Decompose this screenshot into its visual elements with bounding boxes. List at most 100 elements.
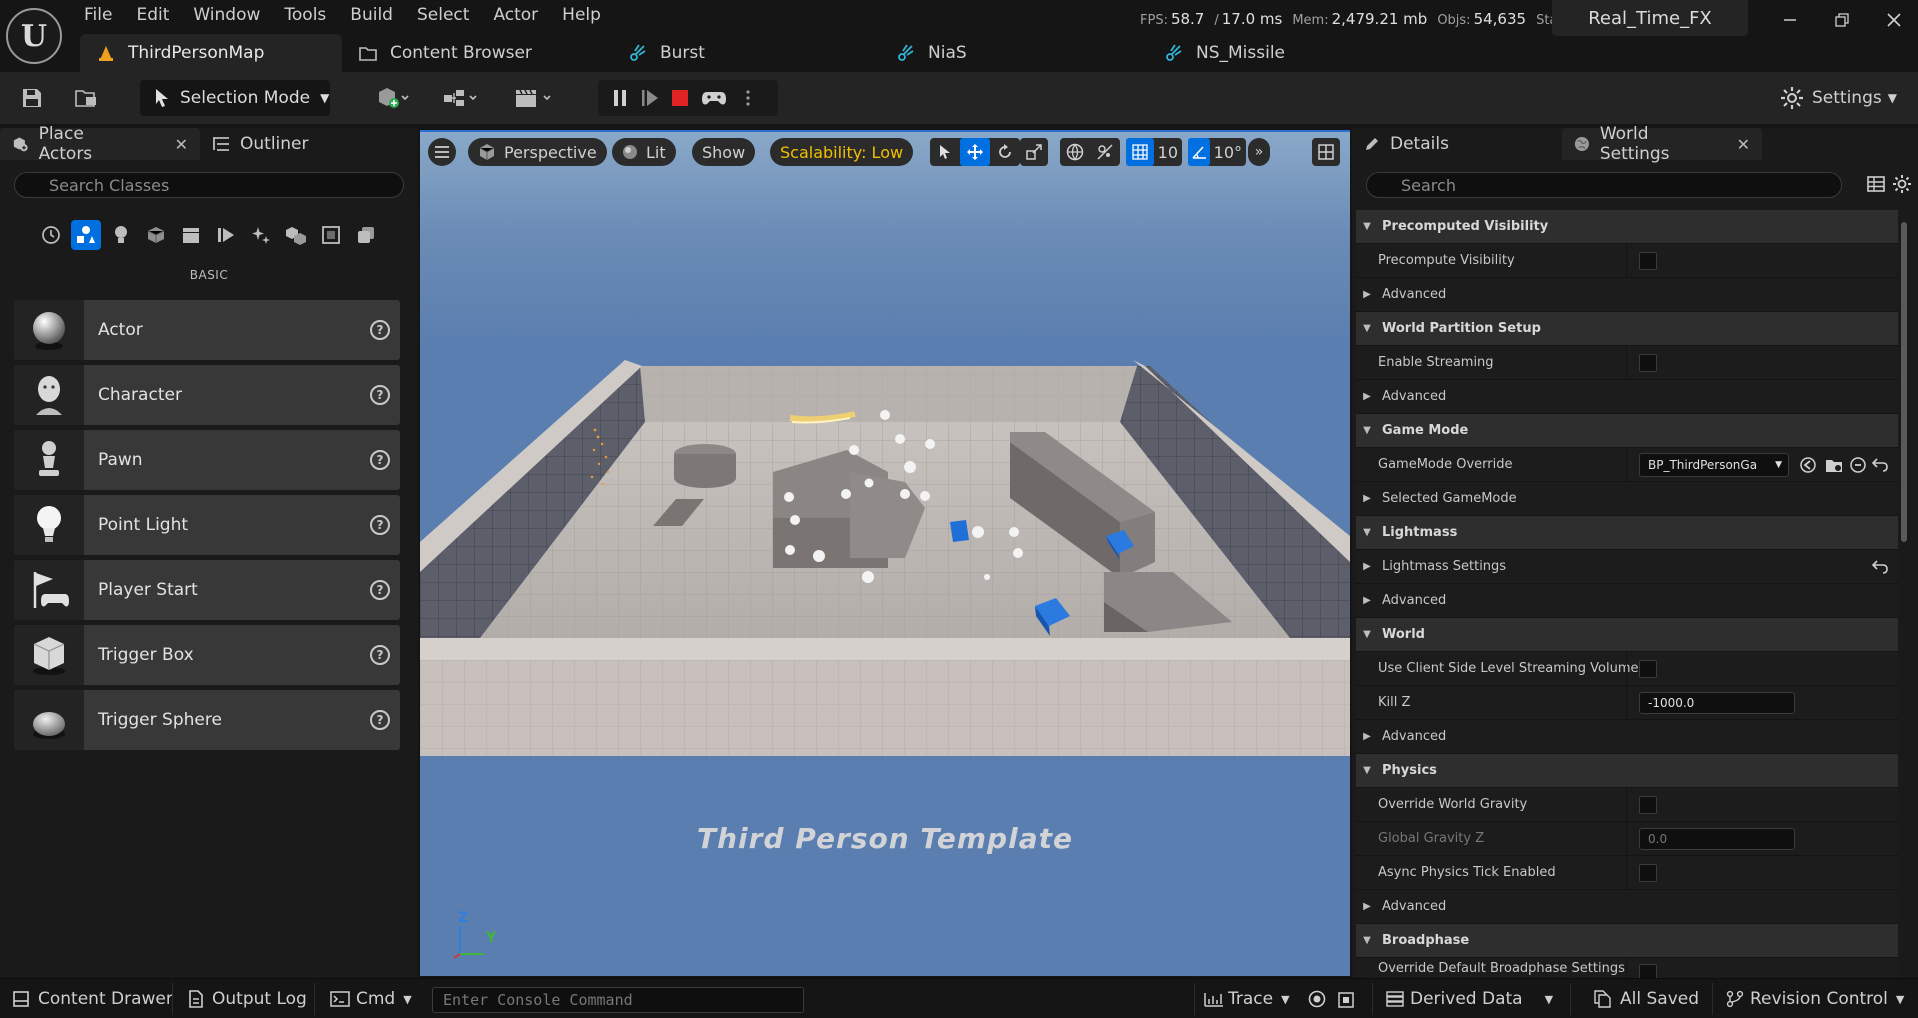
precompute-visibility-checkbox[interactable] bbox=[1639, 252, 1657, 270]
trace-dropdown[interactable]: Trace ▼ bbox=[1204, 979, 1290, 1018]
tab-ns-missile[interactable]: NS_Missile bbox=[1148, 34, 1348, 72]
menu-edit[interactable]: Edit bbox=[124, 0, 181, 30]
kill-z-input[interactable] bbox=[1639, 692, 1795, 714]
reset-arrow-icon[interactable] bbox=[1872, 558, 1888, 574]
visual-effects-category-button[interactable] bbox=[211, 220, 241, 250]
browse-folder-icon[interactable] bbox=[1825, 456, 1843, 474]
world-space-button[interactable] bbox=[1060, 138, 1090, 166]
effects-category-button[interactable] bbox=[246, 220, 276, 250]
help-icon[interactable]: ? bbox=[370, 385, 390, 405]
section-precomputed-visibility[interactable]: ▼ Precomputed Visibility bbox=[1356, 210, 1898, 244]
play-options-button[interactable] bbox=[738, 80, 758, 116]
client-side-streaming-checkbox[interactable] bbox=[1639, 660, 1657, 678]
menu-tools[interactable]: Tools bbox=[272, 0, 338, 30]
actor-item-player-start[interactable]: Player Start ? bbox=[14, 560, 400, 620]
group-lightmass-settings[interactable]: ▶ Lightmass Settings bbox=[1356, 550, 1898, 584]
details-search-input[interactable] bbox=[1366, 172, 1842, 198]
pause-button[interactable] bbox=[606, 80, 634, 116]
derived-data-dropdown[interactable]: Derived Data ▼ bbox=[1386, 979, 1553, 1018]
rotate-tool-button[interactable] bbox=[990, 138, 1020, 166]
trace-snapshot-button[interactable] bbox=[1338, 979, 1354, 1018]
tab-thirdpersonmap[interactable]: ThirdPersonMap bbox=[80, 34, 342, 72]
details-scrollbar[interactable] bbox=[1900, 210, 1908, 970]
content-drawer-button[interactable]: Content Drawer bbox=[12, 979, 173, 1018]
section-lightmass[interactable]: ▼ Lightmass bbox=[1356, 516, 1898, 550]
stop-button[interactable] bbox=[666, 80, 694, 116]
restore-button[interactable] bbox=[1818, 0, 1866, 40]
group-advanced[interactable]: ▶ Advanced bbox=[1356, 890, 1898, 924]
group-advanced[interactable]: ▶ Advanced bbox=[1356, 720, 1898, 754]
revision-control-dropdown[interactable]: Revision Control ▼ bbox=[1726, 979, 1904, 1018]
section-physics[interactable]: ▼ Physics bbox=[1356, 754, 1898, 788]
menu-file[interactable]: File bbox=[72, 0, 124, 30]
volumes-category-button[interactable] bbox=[316, 220, 346, 250]
tab-burst[interactable]: Burst bbox=[612, 34, 880, 72]
help-icon[interactable]: ? bbox=[370, 515, 390, 535]
menu-build[interactable]: Build bbox=[338, 0, 405, 30]
property-matrix-button[interactable] bbox=[1866, 174, 1886, 198]
scale-tool-button[interactable] bbox=[1020, 138, 1048, 166]
record-trace-button[interactable] bbox=[1308, 979, 1326, 1018]
rotation-snap-toggle[interactable] bbox=[1188, 138, 1210, 166]
all-classes-category-button[interactable] bbox=[351, 220, 381, 250]
tab-world-settings[interactable]: World Settings ✕ bbox=[1562, 124, 1762, 164]
section-game-mode[interactable]: ▼ Game Mode bbox=[1356, 414, 1898, 448]
output-log-button[interactable]: Output Log bbox=[188, 979, 307, 1018]
tab-details[interactable]: Details bbox=[1352, 128, 1562, 160]
grid-snap-value[interactable]: 10 bbox=[1154, 143, 1182, 162]
browse-button[interactable] bbox=[70, 80, 104, 116]
scalability-dropdown[interactable]: Scalability: Low bbox=[770, 138, 914, 166]
tab-place-actors[interactable]: Place Actors ✕ bbox=[0, 124, 200, 164]
gamemode-override-dropdown[interactable]: BP_ThirdPersonGa ▼ bbox=[1639, 453, 1789, 477]
close-icon[interactable]: ✕ bbox=[1737, 135, 1750, 154]
cinematics-button[interactable] bbox=[506, 80, 562, 116]
section-world[interactable]: ▼ World bbox=[1356, 618, 1898, 652]
menu-actor[interactable]: Actor bbox=[481, 0, 550, 30]
quick-add-button[interactable] bbox=[368, 80, 418, 116]
override-world-gravity-checkbox[interactable] bbox=[1639, 796, 1657, 814]
actor-item-trigger-sphere[interactable]: Trigger Sphere ? bbox=[14, 690, 400, 750]
tab-outliner[interactable]: Outliner bbox=[200, 128, 340, 160]
help-icon[interactable]: ? bbox=[370, 320, 390, 340]
all-saved-button[interactable]: All Saved bbox=[1594, 979, 1699, 1018]
group-advanced[interactable]: ▶ Advanced bbox=[1356, 584, 1898, 618]
console-command-input[interactable] bbox=[432, 987, 804, 1013]
menu-help[interactable]: Help bbox=[550, 0, 613, 30]
cinematic-category-button[interactable] bbox=[176, 220, 206, 250]
menu-select[interactable]: Select bbox=[405, 0, 481, 30]
viewport-menu-button[interactable] bbox=[428, 138, 456, 166]
actor-item-pawn[interactable]: Pawn ? bbox=[14, 430, 400, 490]
shapes-category-button[interactable] bbox=[141, 220, 171, 250]
unreal-logo[interactable]: U bbox=[6, 8, 62, 64]
eject-possess-button[interactable] bbox=[698, 80, 730, 116]
settings-button[interactable]: Settings ▼ bbox=[1780, 80, 1910, 116]
tab-content-browser[interactable]: Content Browser bbox=[342, 34, 612, 72]
select-tool-button[interactable] bbox=[930, 138, 960, 166]
help-icon[interactable]: ? bbox=[370, 710, 390, 730]
details-settings-button[interactable] bbox=[1892, 174, 1912, 198]
clear-icon[interactable] bbox=[1849, 456, 1867, 474]
close-icon[interactable]: ✕ bbox=[175, 135, 188, 154]
geometry-category-button[interactable] bbox=[281, 220, 311, 250]
enable-streaming-checkbox[interactable] bbox=[1639, 354, 1657, 372]
actor-item-actor[interactable]: Actor ? bbox=[14, 300, 400, 360]
selection-mode-dropdown[interactable]: Selection Mode ▼ bbox=[140, 80, 330, 116]
help-icon[interactable]: ? bbox=[370, 645, 390, 665]
blueprints-button[interactable] bbox=[434, 80, 488, 116]
search-classes-input[interactable] bbox=[14, 172, 404, 198]
viewport-layout-button[interactable] bbox=[1312, 138, 1340, 166]
group-selected-gamemode[interactable]: ▶ Selected GameMode bbox=[1356, 482, 1898, 516]
actor-item-trigger-box[interactable]: Trigger Box ? bbox=[14, 625, 400, 685]
view-mode-dropdown[interactable]: Lit bbox=[612, 138, 676, 166]
section-broadphase[interactable]: ▼ Broadphase bbox=[1356, 924, 1898, 958]
lights-category-button[interactable] bbox=[106, 220, 136, 250]
show-dropdown[interactable]: Show bbox=[692, 138, 756, 166]
step-frame-button[interactable] bbox=[636, 80, 664, 116]
translate-tool-button[interactable] bbox=[960, 138, 990, 166]
async-physics-tick-checkbox[interactable] bbox=[1639, 864, 1657, 882]
perspective-dropdown[interactable]: Perspective bbox=[468, 138, 607, 166]
help-icon[interactable]: ? bbox=[370, 580, 390, 600]
save-button[interactable] bbox=[16, 80, 48, 116]
group-advanced[interactable]: ▶ Advanced bbox=[1356, 380, 1898, 414]
surface-snapping-button[interactable] bbox=[1090, 138, 1120, 166]
